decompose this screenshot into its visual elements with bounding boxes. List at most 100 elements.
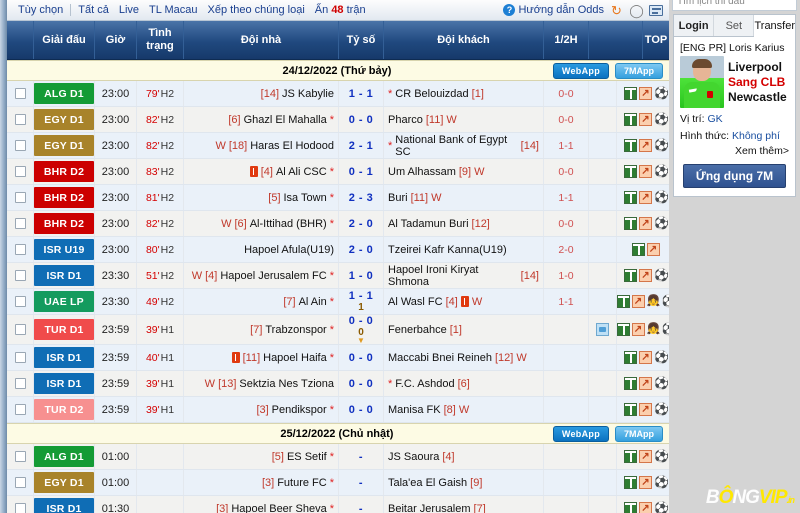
pitch-icon[interactable] (624, 87, 637, 100)
tab-login[interactable]: Login (674, 15, 714, 36)
ball-icon[interactable]: ⚽ (654, 269, 667, 282)
sort-by-type-link[interactable]: Xếp theo chúng loại (203, 4, 310, 16)
tab-set[interactable]: Set (714, 15, 754, 36)
league-badge[interactable]: ALG D1 (34, 446, 94, 467)
row-checkbox[interactable] (15, 140, 26, 151)
ball-icon[interactable]: ⚽ (662, 295, 670, 308)
clock-icon[interactable]: ◯ (629, 3, 644, 18)
arrow-icon[interactable]: ↗ (639, 351, 652, 364)
row-checkbox[interactable] (15, 192, 26, 203)
col-header-away[interactable]: Đội khách (384, 21, 544, 59)
row-checkbox[interactable] (15, 114, 26, 125)
league-badge[interactable]: ALG D1 (34, 83, 94, 104)
row-checkbox[interactable] (15, 378, 26, 389)
webapp-button[interactable]: WebApp (553, 426, 609, 442)
pitch-icon[interactable] (624, 476, 637, 489)
app-7m-button[interactable]: Ứng dụng 7M (683, 164, 786, 188)
league-badge[interactable]: BHR D2 (34, 213, 94, 234)
options-link[interactable]: Tùy chọn (13, 4, 68, 16)
ball-icon[interactable]: ⚽ (654, 450, 667, 463)
ball-icon[interactable]: ⚽ (662, 323, 670, 336)
col-header-top[interactable]: TOP (643, 21, 669, 59)
arrow-icon[interactable]: ↗ (639, 217, 652, 230)
row-checkbox[interactable] (15, 352, 26, 363)
sevenmapp-button[interactable]: 7MApp (615, 63, 663, 79)
row-checkbox[interactable] (15, 270, 26, 281)
row-checkbox[interactable] (15, 477, 26, 488)
col-header-score[interactable]: Tỷ số (339, 21, 384, 59)
col-header-home[interactable]: Đội nhà (184, 21, 339, 59)
ball-icon[interactable]: ⚽ (654, 351, 667, 364)
league-badge[interactable]: EGY D1 (34, 135, 94, 156)
pitch-icon[interactable] (617, 295, 630, 308)
col-header-league[interactable]: Giải đấu (34, 21, 95, 59)
col-header-state[interactable]: Tình trạng (137, 21, 184, 59)
filter-all-link[interactable]: Tất cả (73, 4, 114, 16)
league-badge[interactable]: BHR D2 (34, 161, 94, 182)
row-checkbox[interactable] (15, 166, 26, 177)
ball-icon[interactable]: ⚽ (654, 217, 667, 230)
arrow-icon[interactable]: ↗ (639, 502, 652, 513)
ball-icon[interactable]: ⚽ (654, 476, 667, 489)
league-badge[interactable]: ISR D1 (34, 498, 94, 513)
pitch-icon[interactable] (624, 191, 637, 204)
arrow-icon[interactable]: ↗ (639, 191, 652, 204)
row-checkbox[interactable] (15, 218, 26, 229)
ball-icon[interactable]: ⚽ (654, 87, 667, 100)
hide-matches-link[interactable]: Ẩn 48 trận (310, 4, 371, 16)
arrow-icon[interactable]: ↗ (639, 476, 652, 489)
ball-icon[interactable]: ⚽ (654, 502, 667, 513)
league-badge[interactable]: BHR D2 (34, 187, 94, 208)
pitch-icon[interactable] (624, 113, 637, 126)
arrow-icon[interactable]: ↗ (639, 165, 652, 178)
row-checkbox[interactable] (15, 503, 26, 513)
sevenmapp-button[interactable]: 7MApp (615, 426, 663, 442)
pitch-icon[interactable] (624, 403, 637, 416)
pitch-icon[interactable] (617, 323, 630, 336)
odds-guide-link[interactable]: ? Hướng dẫn Odds (503, 4, 604, 16)
person-icon[interactable]: 👧 (647, 323, 660, 336)
pitch-icon[interactable] (624, 502, 637, 513)
arrow-icon[interactable]: ↗ (632, 323, 645, 336)
tv-icon[interactable] (596, 323, 609, 336)
ball-icon[interactable]: ⚽ (654, 139, 667, 152)
pitch-icon[interactable] (632, 243, 645, 256)
panel-icon[interactable] (649, 5, 663, 16)
league-badge[interactable]: TUR D2 (34, 399, 94, 420)
ball-icon[interactable]: ⚽ (654, 377, 667, 390)
col-header-half[interactable]: 1/2H (544, 21, 589, 59)
person-icon[interactable]: 👧 (647, 295, 660, 308)
league-badge[interactable]: TUR D1 (34, 319, 94, 340)
pitch-icon[interactable] (624, 139, 637, 152)
pitch-icon[interactable] (624, 217, 637, 230)
col-header-time[interactable]: Giờ (95, 21, 137, 59)
league-badge[interactable]: ISR D1 (34, 373, 94, 394)
pitch-icon[interactable] (624, 377, 637, 390)
row-checkbox[interactable] (15, 324, 26, 335)
pitch-icon[interactable] (624, 351, 637, 364)
filter-live-link[interactable]: Live (114, 4, 144, 16)
ball-icon[interactable]: ⚽ (654, 403, 667, 416)
ball-icon[interactable]: ⚽ (654, 113, 667, 126)
search-fixtures-strip[interactable]: Tìm lịch thi đấu (672, 0, 797, 11)
league-badge[interactable]: EGY D1 (34, 472, 94, 493)
arrow-icon[interactable]: ↗ (632, 295, 645, 308)
pitch-icon[interactable] (624, 450, 637, 463)
league-badge[interactable]: ISR D1 (34, 347, 94, 368)
tab-transfer[interactable]: Transfer (754, 15, 795, 37)
row-checkbox[interactable] (15, 451, 26, 462)
row-checkbox[interactable] (15, 296, 26, 307)
refresh-icon[interactable]: ↻ (609, 3, 624, 18)
pitch-icon[interactable] (624, 269, 637, 282)
ball-icon[interactable]: ⚽ (654, 165, 667, 178)
see-more-link[interactable]: Xem thêm> (680, 145, 789, 157)
league-badge[interactable]: EGY D1 (34, 109, 94, 130)
webapp-button[interactable]: WebApp (553, 63, 609, 79)
league-badge[interactable]: ISR D1 (34, 265, 94, 286)
ball-icon[interactable]: ⚽ (654, 191, 667, 204)
arrow-icon[interactable]: ↗ (647, 243, 660, 256)
arrow-icon[interactable]: ↗ (639, 269, 652, 282)
arrow-icon[interactable]: ↗ (639, 377, 652, 390)
league-badge[interactable]: ISR U19 (34, 239, 94, 260)
row-checkbox[interactable] (15, 88, 26, 99)
